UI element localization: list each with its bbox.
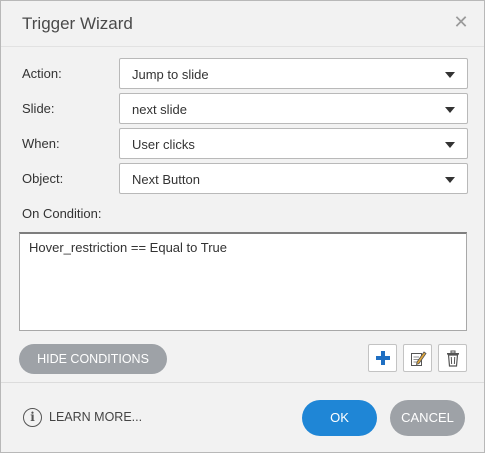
- delete-icon: [447, 350, 459, 367]
- action-value: Jump to slide: [132, 67, 209, 82]
- object-value: Next Button: [132, 172, 200, 187]
- hide-conditions-button[interactable]: HIDE CONDITIONS: [19, 344, 167, 374]
- when-value: User clicks: [132, 137, 195, 152]
- condition-item[interactable]: Hover_restriction == Equal to True: [29, 240, 227, 255]
- conditions-list[interactable]: Hover_restriction == Equal to True: [19, 232, 467, 331]
- cancel-button[interactable]: CANCEL: [390, 400, 465, 436]
- dialog-body: Action: Jump to slide Slide: next slide …: [1, 48, 484, 381]
- edit-condition-button[interactable]: [403, 344, 432, 372]
- dialog-title: Trigger Wizard: [22, 14, 133, 33]
- action-label: Action:: [22, 66, 62, 81]
- when-label: When:: [22, 136, 60, 151]
- on-condition-label: On Condition:: [22, 206, 102, 221]
- object-dropdown[interactable]: Next Button: [119, 163, 468, 194]
- action-dropdown[interactable]: Jump to slide: [119, 58, 468, 89]
- add-icon: [376, 351, 390, 365]
- chevron-down-icon: [445, 72, 455, 78]
- slide-value: next slide: [132, 102, 187, 117]
- object-label: Object:: [22, 171, 64, 186]
- chevron-down-icon: [445, 142, 455, 148]
- trigger-wizard-dialog: Trigger Wizard ✕ Action: Jump to slide S…: [0, 0, 485, 453]
- learn-more-link[interactable]: LEARN MORE...: [49, 410, 142, 424]
- chevron-down-icon: [445, 177, 455, 183]
- close-icon[interactable]: ✕: [452, 13, 470, 31]
- ok-button[interactable]: OK: [302, 400, 377, 436]
- info-icon[interactable]: i: [23, 408, 42, 427]
- delete-condition-button[interactable]: [438, 344, 467, 372]
- chevron-down-icon: [445, 107, 455, 113]
- dialog-footer: i LEARN MORE... OK CANCEL: [1, 382, 484, 452]
- when-dropdown[interactable]: User clicks: [119, 128, 468, 159]
- edit-icon: [411, 351, 427, 366]
- slide-label: Slide:: [22, 101, 55, 116]
- add-condition-button[interactable]: [368, 344, 397, 372]
- slide-dropdown[interactable]: next slide: [119, 93, 468, 124]
- title-bar: Trigger Wizard ✕: [1, 1, 484, 47]
